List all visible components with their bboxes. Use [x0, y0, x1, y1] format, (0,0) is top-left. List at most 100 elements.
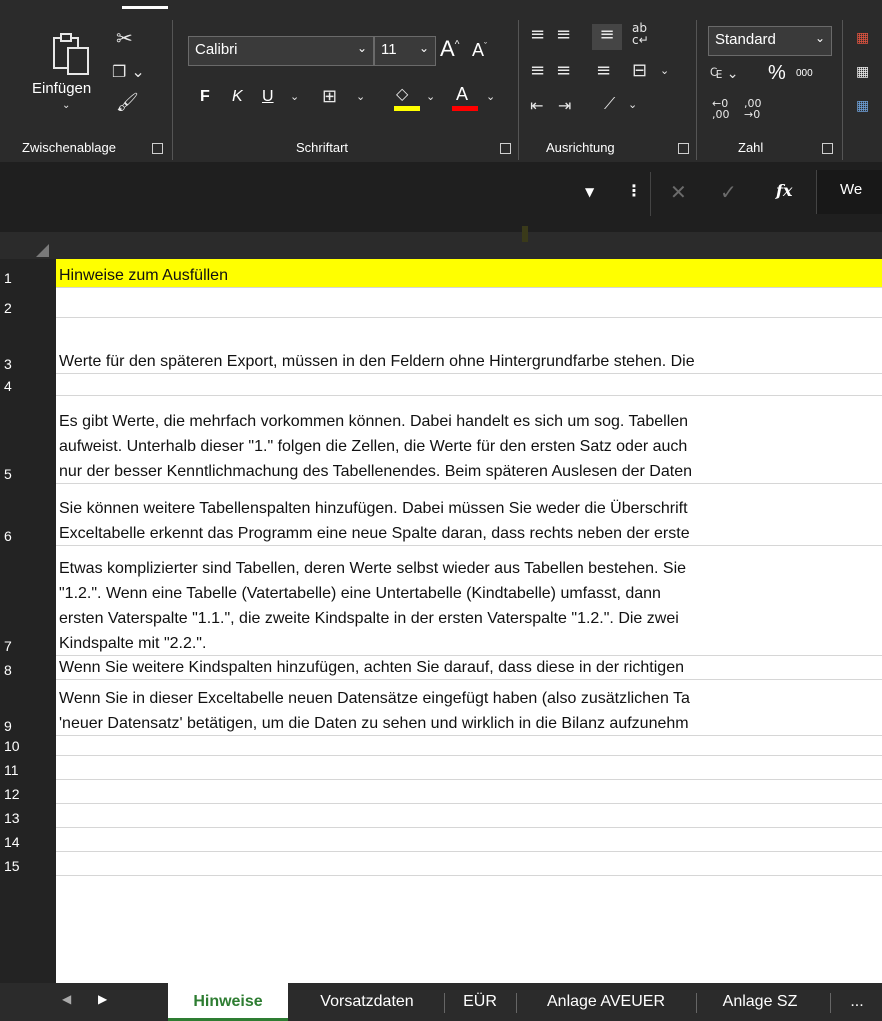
clipboard-launcher-icon[interactable] — [152, 143, 163, 154]
row-header[interactable]: 7 — [0, 546, 56, 656]
underline-button[interactable]: U — [262, 88, 274, 106]
format-table-icon[interactable]: ▦ — [856, 64, 869, 80]
row-header[interactable]: 1 — [0, 259, 56, 288]
row-header[interactable]: 3 — [0, 318, 56, 374]
row-number: 11 — [4, 762, 19, 778]
cell-a13[interactable] — [56, 804, 882, 828]
number-format-combo[interactable]: Standard ⌄ — [708, 26, 832, 56]
formula-input[interactable]: We — [840, 181, 862, 198]
align-top-icon[interactable]: ≡ — [530, 24, 545, 45]
cell-styles-icon[interactable]: ▦ — [856, 98, 869, 114]
cell-a11[interactable] — [56, 756, 882, 780]
row-number: 9 — [4, 718, 12, 734]
select-all-corner[interactable] — [36, 244, 49, 257]
cell-a9[interactable]: Wenn Sie in dieser Exceltabelle neuen Da… — [56, 680, 882, 736]
italic-button[interactable]: K — [232, 88, 243, 106]
cell-a15[interactable] — [56, 852, 882, 876]
cell-a6[interactable]: Sie können weitere Tabellenspalten hinzu… — [56, 484, 882, 546]
row-header[interactable]: 8 — [0, 656, 56, 680]
chevron-down-icon[interactable]: ⌄ — [628, 98, 637, 111]
increase-font-size-icon[interactable]: A^ — [440, 36, 459, 62]
align-center-icon[interactable]: ≡ — [556, 60, 571, 81]
cut-icon[interactable]: ✂ — [116, 26, 133, 50]
align-middle-icon[interactable]: ≡ — [556, 24, 571, 45]
sheet-tab[interactable]: Anlage SZ — [698, 983, 822, 1021]
row-header[interactable]: 11 — [0, 756, 56, 780]
align-right-icon[interactable]: ≡ — [596, 60, 611, 81]
font-color-icon[interactable]: A — [456, 84, 468, 105]
increase-decimal-icon[interactable]: ←0,00 — [712, 98, 730, 120]
column-header-bar — [0, 232, 882, 259]
paste-button-label[interactable]: Einfügen — [32, 80, 91, 97]
font-size-combo[interactable]: 11 ⌄ — [374, 36, 436, 66]
orientation-icon[interactable]: ⟋ — [604, 94, 615, 114]
more-options-icon[interactable]: ⋮ — [626, 181, 642, 200]
font-name-combo[interactable]: Calibri ⌄ — [188, 36, 374, 66]
table-row: 4 — [0, 374, 882, 396]
row-header[interactable]: 5 — [0, 396, 56, 484]
increase-indent-icon[interactable]: ⇥ — [558, 96, 571, 115]
cell-a2[interactable] — [56, 288, 882, 318]
chevron-down-icon[interactable]: ⌄ — [62, 100, 70, 111]
row-number: 12 — [4, 786, 20, 802]
chevron-down-icon[interactable]: ⌄ — [660, 64, 669, 77]
thousands-separator-icon[interactable]: 000 — [796, 68, 813, 79]
cell-a3[interactable]: Werte für den späteren Export, müssen in… — [56, 318, 882, 374]
cell-text-line: ersten Vaterspalte "1.1.", die zweite Ki… — [59, 610, 679, 627]
row-header[interactable]: 13 — [0, 804, 56, 828]
sheet-tab[interactable]: Hinweise — [168, 983, 288, 1021]
cell-a7[interactable]: Etwas komplizierter sind Tabellen, deren… — [56, 546, 882, 656]
bold-button[interactable]: F — [200, 88, 210, 106]
chevron-down-icon[interactable]: ⌄ — [290, 90, 299, 103]
font-launcher-icon[interactable] — [500, 143, 511, 154]
fill-color-icon[interactable]: ◇ — [396, 84, 408, 103]
copy-icon[interactable]: ❐ ⌄ — [112, 62, 145, 81]
next-sheet-icon[interactable]: ▶ — [98, 992, 107, 1006]
sheet-tab[interactable]: Anlage AVEUER — [518, 983, 694, 1021]
name-box-dropdown-icon[interactable]: ▼ — [585, 185, 594, 199]
cell-a8[interactable]: Wenn Sie weitere Kindspalten hinzufügen,… — [56, 656, 882, 680]
enter-icon[interactable]: ✓ — [720, 180, 737, 204]
chevron-down-icon[interactable]: ⌄ — [426, 90, 435, 103]
chevron-down-icon[interactable]: ⌄ — [356, 90, 365, 103]
insert-function-icon[interactable]: fx — [776, 181, 792, 200]
cell-a1[interactable]: Hinweise zum Ausfüllen — [56, 259, 882, 288]
fill-color-swatch — [394, 106, 420, 111]
sheet-tab[interactable]: Vorsatzdaten — [292, 983, 442, 1021]
merge-center-icon[interactable]: ⊟ — [632, 60, 647, 81]
cell-text-line: Etwas komplizierter sind Tabellen, deren… — [59, 560, 687, 577]
row-header[interactable]: 14 — [0, 828, 56, 852]
cell-a5[interactable]: Es gibt Werte, die mehrfach vorkommen kö… — [56, 396, 882, 484]
cell-a12[interactable] — [56, 780, 882, 804]
chevron-down-icon[interactable]: ⌄ — [486, 90, 495, 103]
decrease-font-size-icon[interactable]: Aˇ — [472, 40, 487, 61]
row-header[interactable]: 15 — [0, 852, 56, 876]
align-left-icon[interactable]: ≡ — [530, 60, 545, 81]
column-resize-marker — [522, 226, 528, 242]
prev-sheet-icon[interactable]: ◀ — [62, 992, 71, 1006]
align-bottom-icon[interactable]: ≡ — [592, 24, 622, 50]
row-header[interactable]: 4 — [0, 374, 56, 396]
row-header[interactable]: 2 — [0, 288, 56, 318]
paste-icon[interactable] — [48, 30, 94, 76]
row-header[interactable]: 10 — [0, 736, 56, 756]
alignment-launcher-icon[interactable] — [678, 143, 689, 154]
currency-format-icon[interactable]: ₠ ⌄ — [710, 66, 738, 82]
percent-style-icon[interactable]: % — [768, 62, 786, 85]
decrease-decimal-icon[interactable]: ,00 →0 — [744, 98, 762, 120]
row-header[interactable]: 6 — [0, 484, 56, 546]
cell-a14[interactable] — [56, 828, 882, 852]
cell-a4[interactable] — [56, 374, 882, 396]
row-header[interactable]: 12 — [0, 780, 56, 804]
borders-icon[interactable]: ⊞ — [322, 86, 337, 107]
wrap-text-icon[interactable]: ab c↵ — [632, 22, 649, 46]
number-launcher-icon[interactable] — [822, 143, 833, 154]
sheet-tab[interactable]: ... — [832, 983, 882, 1021]
decrease-indent-icon[interactable]: ⇤ — [530, 96, 543, 115]
cancel-icon[interactable]: ✕ — [670, 180, 687, 204]
cell-a10[interactable] — [56, 736, 882, 756]
format-painter-icon[interactable]: 🖌 — [116, 92, 139, 113]
row-header[interactable]: 9 — [0, 680, 56, 736]
sheet-tab[interactable]: EÜR — [446, 983, 514, 1021]
conditional-format-icon[interactable]: ▦ — [856, 30, 869, 46]
